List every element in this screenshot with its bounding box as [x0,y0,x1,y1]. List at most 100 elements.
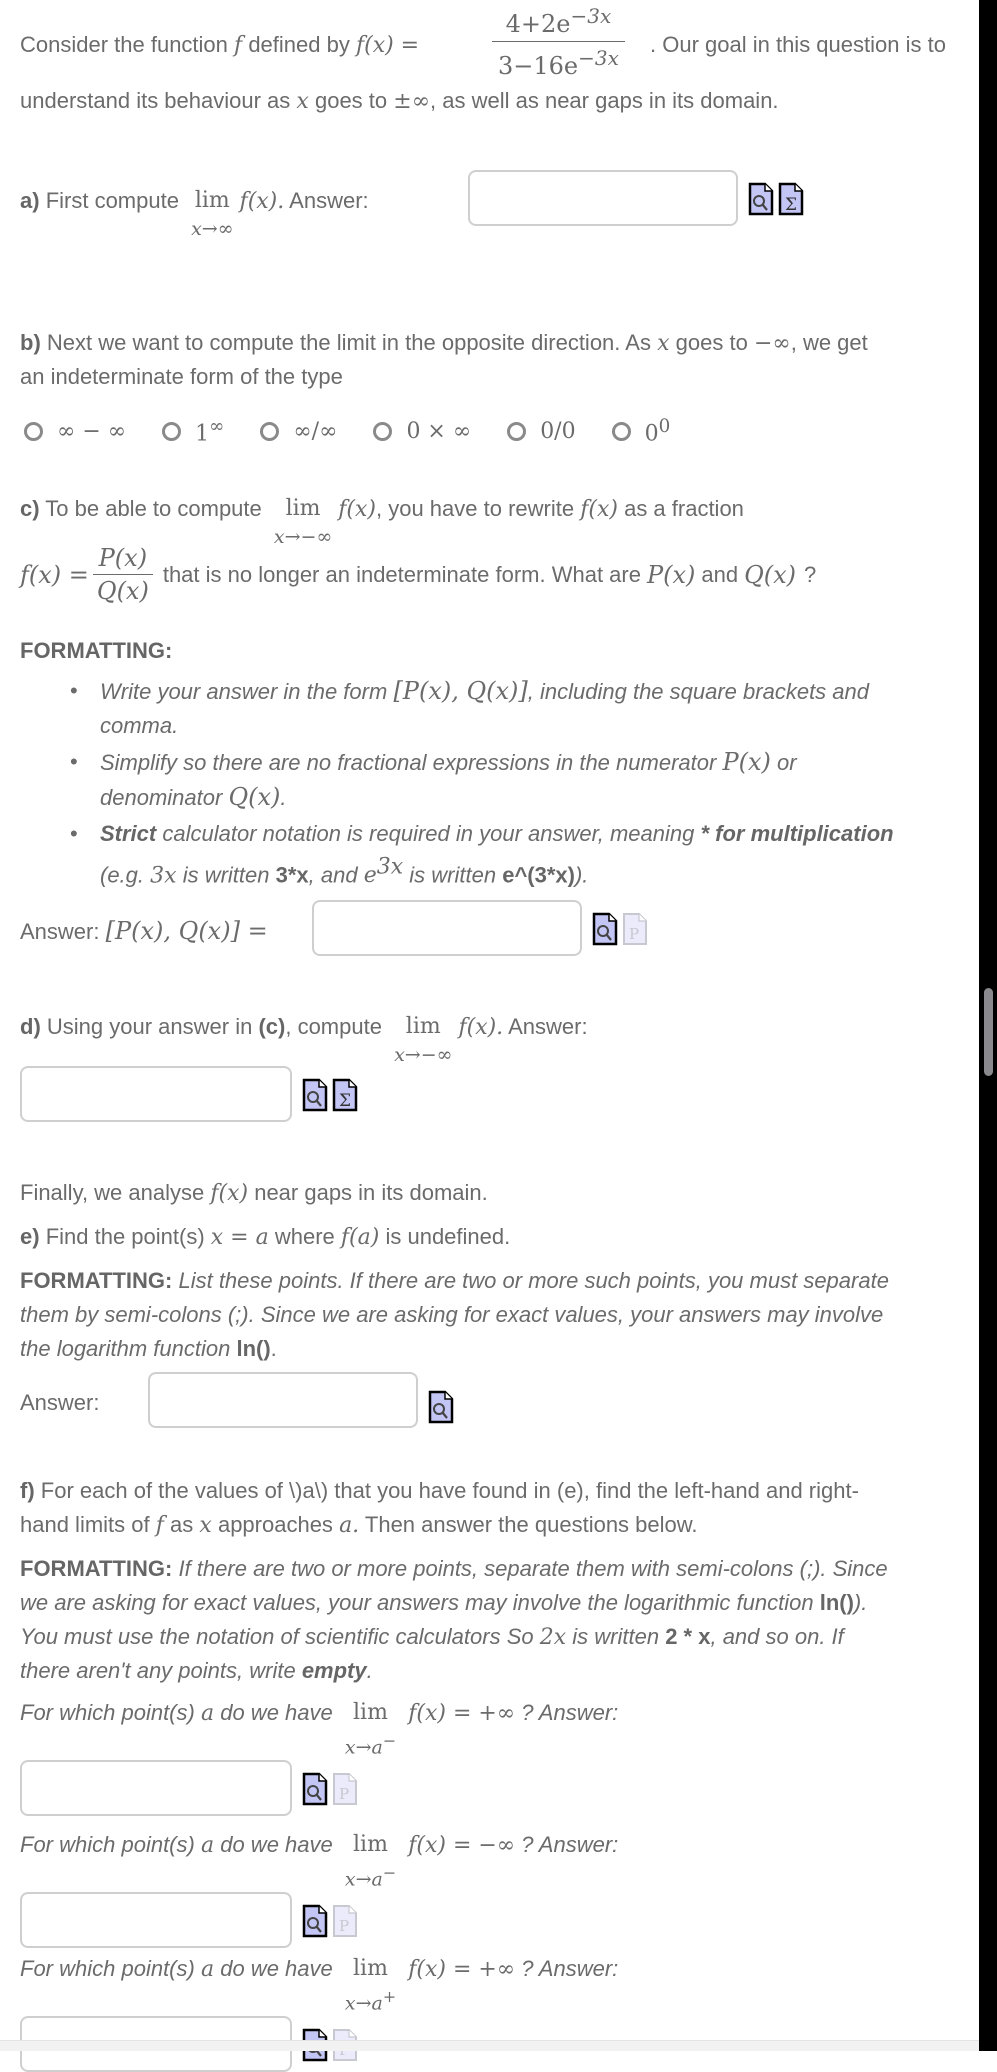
preview-magnifier-icon[interactable] [302,1078,328,1112]
lim-approach: x→a [344,1736,383,1759]
math-fa: f(a) [340,1225,380,1250]
answer-d-input[interactable] [20,1066,292,1122]
math-pq-equals: [P(x), Q(x)] = [105,917,268,945]
finally-text: Finally, we analyse f(x) near gaps in it… [20,1176,488,1211]
answer-e-input[interactable] [148,1372,418,1428]
part-label: e) [20,1224,40,1249]
bullet-text: denominator [100,785,223,810]
prompt-text: Next we want to compute the limit in the… [46,330,651,355]
question-text: do we have [220,1700,333,1725]
part-f-formatting-1: FORMATTING: If there are two or more poi… [20,1552,888,1586]
prompt-text: near gaps in its domain. [254,1180,488,1205]
radio-option-one-pow-inf[interactable]: 1∞ [162,416,224,446]
answer-f2-input[interactable] [20,1892,292,1948]
answer-f1-input[interactable] [20,1760,292,1816]
radio-label: 1∞ [195,416,224,446]
answer-f2-field[interactable] [22,1894,290,1946]
lim-text: lim [194,188,230,213]
bullet-strong: Strict [100,821,157,846]
radio-label: 0 × ∞ [406,418,472,444]
part-f-question-3: For which point(s) a do we have lim x→a+ … [20,1952,618,2014]
sigma-equation-icon[interactable] [332,1078,358,1112]
fraction-denominator: Q(x) [96,577,149,605]
prompt-text: ? [804,561,817,587]
limit-expression: lim x→a− [345,1696,396,1758]
preview-magnifier-icon[interactable] [428,1390,454,1424]
answer-d-field[interactable] [22,1068,290,1120]
prompt-text: and [701,561,739,587]
lim-approach: x→a [344,1868,383,1891]
formatting-text: If there are two or more points, separat… [178,1556,888,1581]
prompt-text: approaches [217,1512,333,1537]
answer-e-field[interactable] [150,1374,416,1426]
radio-option-zero-times-inf[interactable]: 0 × ∞ [373,416,471,446]
radio-circle[interactable] [611,421,631,441]
question-text: For which point(s) [20,1700,195,1725]
intro-line-2: understand its behaviour as x goes to ±∞… [20,84,779,119]
radio-option-zero-pow-zero[interactable]: 00 [611,416,671,446]
preview-magnifier-icon[interactable] [302,1772,328,1806]
formatting-item: Strict calculator notation is required i… [70,817,990,893]
math-a: a [200,1957,215,1982]
formatting-text: the logarithm function [20,1336,231,1361]
preview-magnifier-icon[interactable] [592,912,618,946]
answer-a-field[interactable] [470,172,736,224]
part-c-answer-label: Answer: [P(x), Q(x)] = [20,914,268,949]
part-d-prompt: d) Using your answer in (c), compute lim… [20,1010,588,1066]
math-qx: Q(x) [744,560,797,589]
bullet-text: is written [409,862,497,888]
intro-text: understand its behaviour as [20,88,291,113]
answer-f1-field[interactable] [22,1762,290,1814]
answer-label: Answer: [508,1014,588,1039]
lim-text: lim [285,496,321,521]
math-fx: f(x). [458,1015,504,1040]
radio-circle[interactable] [24,421,43,441]
code-example: 2 * x [665,1624,711,1649]
denominator-text: 3−16e [498,52,579,80]
bullet-text: ). [574,862,589,888]
prompt-text: To be able to compute [45,496,262,521]
radio-circle[interactable] [260,421,280,441]
part-label: c) [20,496,40,521]
radio-circle[interactable] [162,421,182,441]
sigma-equation-icon[interactable] [778,182,804,216]
bullet-text: , and [308,862,358,888]
part-e-prompt: e) Find the point(s) x = a where f(a) is… [20,1220,510,1255]
radio-label: 0/0 [540,418,576,444]
radio-exponent: 0 [658,416,671,437]
part-b-line-2: an indeterminate form of the type [20,364,343,389]
radio-circle[interactable] [507,421,527,441]
intro-text: , as well as near gaps in its domain. [430,88,779,113]
math-px: P(x) [722,748,771,776]
math-a: a. [339,1513,360,1538]
bullet-text: or [776,750,797,775]
lim-text: lim [353,1956,388,1981]
bullet-text: Simplify so there are no fractional expr… [100,750,717,775]
radio-option-inf-over-inf[interactable]: ∞/∞ [260,416,337,446]
question-text: do we have [220,1956,333,1981]
answer-c-input[interactable] [312,900,582,956]
preview-magnifier-icon[interactable] [302,1904,328,1938]
radio-option-inf-minus-inf[interactable]: ∞ − ∞ [24,416,126,446]
prompt-text: , you have to rewrite [376,496,575,521]
answer-a-input[interactable] [468,170,738,226]
math-fx-equals: f(x) = [20,560,89,589]
pq-fraction: P(x) Q(x) [92,544,153,605]
prompt-text: Using your answer in [46,1014,253,1039]
code-example: ln() [819,1590,854,1615]
prompt-text: where [274,1224,335,1249]
formatting-text: . [366,1658,373,1683]
answer-c-field[interactable] [314,902,580,954]
lim-text: lim [405,1014,441,1039]
prompt-text: For each of the values of \)a\) that you… [40,1478,859,1503]
scrollbar-thumb[interactable] [984,988,993,1076]
radio-option-zero-over-zero[interactable]: 0/0 [507,416,576,446]
lim-subscript: x→a− [345,1862,396,1890]
indeterminate-form-radio-group: ∞ − ∞ 1∞ ∞/∞ 0 × ∞ 0/0 00 [24,416,706,446]
math-x: x [199,1513,212,1538]
math-e-3x: e3x [364,855,403,888]
bullet-text: comma. [100,713,179,738]
math-qx: Q(x) [228,783,281,811]
preview-magnifier-icon[interactable] [748,182,774,216]
radio-circle[interactable] [373,421,393,441]
